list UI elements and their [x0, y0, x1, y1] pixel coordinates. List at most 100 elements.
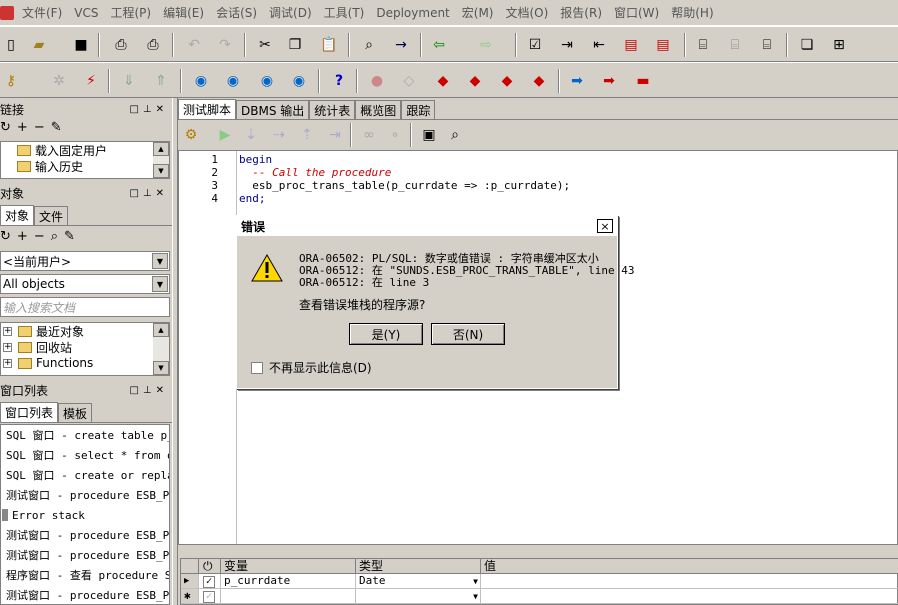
watch-icon[interactable]: ∞	[358, 124, 380, 146]
help-icon[interactable]: ?	[328, 70, 350, 92]
book-edit-icon[interactable]: ◆	[528, 70, 550, 92]
list-item[interactable]: 程序窗口 - 查看 procedure S	[1, 565, 169, 585]
tab-files[interactable]: 文件	[34, 206, 69, 225]
output-icon[interactable]: ▣	[418, 124, 440, 146]
stop-icon[interactable]: ▬	[632, 70, 654, 92]
panel-controls-icon[interactable]: □⊥✕	[129, 104, 168, 115]
tab-window-list[interactable]: 窗口列表	[0, 402, 59, 422]
menu-project[interactable]: 工程(P)	[105, 4, 158, 21]
edit-icon[interactable]: ✎	[51, 120, 68, 135]
row-enabled-checkbox[interactable]: ✓	[199, 574, 221, 589]
menu-window[interactable]: 窗口(W)	[608, 4, 665, 21]
menu-macro[interactable]: 宏(M)	[456, 4, 500, 21]
break-icon[interactable]: ⚡	[80, 70, 102, 92]
menu-session[interactable]: 会话(S)	[210, 4, 263, 21]
step-out-icon[interactable]: ⇡	[296, 124, 318, 146]
list-item[interactable]: 测试窗口 - procedure ESB_PR	[1, 585, 169, 604]
tab-trace[interactable]: 跟踪	[401, 100, 436, 119]
save-icon[interactable]: ■	[70, 34, 92, 56]
grid-header-type[interactable]: 类型	[356, 559, 481, 574]
sql-icon[interactable]: ◉	[222, 70, 244, 92]
expand-icon[interactable]: +	[3, 358, 12, 368]
expand-icon[interactable]: +	[3, 326, 12, 336]
eraser-icon[interactable]: ◇	[398, 70, 420, 92]
user-combo[interactable]: <当前用户> ▼	[0, 251, 170, 271]
menu-deployment[interactable]: Deployment	[370, 6, 455, 20]
connections-scrollbar[interactable]: ▲ ▼	[153, 142, 169, 178]
tree-item[interactable]: + 回收站	[1, 339, 169, 355]
step-into-icon[interactable]: ⇣	[240, 124, 262, 146]
menu-file[interactable]: 文件(F)	[16, 4, 68, 21]
variables-icon[interactable]: ∘	[384, 124, 406, 146]
undo-icon[interactable]: ↶	[183, 34, 205, 56]
indent-icon[interactable]: ⇥	[556, 34, 578, 56]
debug-run-icon[interactable]: ●	[366, 70, 388, 92]
comment-icon[interactable]: ▤	[620, 34, 642, 56]
menu-reports[interactable]: 报告(R)	[554, 4, 608, 21]
expand-icon[interactable]: +	[3, 342, 12, 352]
check-icon[interactable]: ☑	[524, 34, 546, 56]
variable-name-cell[interactable]: p_currdate	[221, 574, 356, 589]
db-icon[interactable]: ◉	[256, 70, 278, 92]
beautify-icon[interactable]: ⌸	[692, 34, 714, 56]
print-icon[interactable]: ⎙	[110, 34, 132, 56]
yes-button[interactable]: 是(Y)	[349, 323, 423, 345]
unindent-icon[interactable]: ⇤	[588, 34, 610, 56]
close-icon[interactable]: ×	[597, 219, 613, 233]
list-item[interactable]: 测试窗口 - procedure ESB_PR	[1, 545, 169, 565]
no-button[interactable]: 否(N)	[431, 323, 505, 345]
tab-dbms-output[interactable]: DBMS 输出	[236, 100, 310, 119]
edit-icon[interactable]: ✎	[64, 229, 81, 244]
find-next-icon[interactable]: →	[390, 34, 412, 56]
tab-profiler[interactable]: 概览图	[355, 100, 402, 119]
find-icon[interactable]: ⌕	[51, 229, 64, 244]
panel-controls-icon[interactable]: □⊥✕	[129, 385, 168, 396]
open-folder-icon[interactable]: ▰	[28, 34, 50, 56]
settings-icon[interactable]: ✲	[48, 70, 70, 92]
forward-icon[interactable]: ⇨	[475, 34, 497, 56]
search-icon[interactable]: ⌕	[444, 124, 466, 146]
connect-icon[interactable]: ◉	[190, 70, 212, 92]
object-filter-combo[interactable]: All objects ▼	[0, 274, 170, 294]
find-icon[interactable]: ⌕	[358, 34, 380, 56]
window-tile-icon[interactable]: ⊞	[828, 34, 850, 56]
arrow-right-blue-icon[interactable]: ➡	[566, 70, 588, 92]
book-star-icon[interactable]: ◆	[464, 70, 486, 92]
grid-header-variable[interactable]: 变量	[221, 559, 356, 574]
list-item[interactable]: SQL 窗口 - create table p_s	[1, 425, 169, 445]
new-variable-name-cell[interactable]	[221, 589, 356, 604]
rollback-icon[interactable]: ⇑	[150, 70, 172, 92]
panel-controls-icon[interactable]: □⊥✕	[129, 188, 168, 199]
back-icon[interactable]: ⇦	[428, 34, 450, 56]
list-item[interactable]: 载入固定用户	[1, 142, 169, 158]
chevron-down-icon[interactable]: ▼	[473, 575, 478, 589]
cut-icon[interactable]: ✂	[254, 34, 276, 56]
new-variable-type-cell[interactable]: ▼	[356, 589, 481, 604]
db-export-icon[interactable]: ◉	[288, 70, 310, 92]
new-row-checkbox[interactable]: ✓	[199, 589, 221, 604]
menu-debug[interactable]: 调试(D)	[263, 4, 318, 21]
execute-icon[interactable]: ⚙	[180, 124, 202, 146]
uncomment-icon[interactable]: ▤	[652, 34, 674, 56]
tree-item[interactable]: + Functions	[1, 355, 169, 371]
variable-type-cell[interactable]: Date ▼	[356, 574, 481, 589]
remove-icon[interactable]: −	[34, 229, 51, 244]
refresh-icon[interactable]: ↻	[0, 229, 17, 244]
tab-objects[interactable]: 对象	[0, 205, 35, 225]
book-icon[interactable]: ◆	[432, 70, 454, 92]
list-item[interactable]: SQL 窗口 - select * from db	[1, 445, 169, 465]
object-tree-scrollbar[interactable]: ▲ ▼	[153, 323, 169, 375]
arrow-right-red-icon[interactable]: ➡	[598, 70, 620, 92]
paste-icon[interactable]: 📋	[318, 34, 340, 56]
tree-item[interactable]: + 最近对象	[1, 323, 169, 339]
run-to-exception-icon[interactable]: ⇥	[324, 124, 346, 146]
refresh-icon[interactable]: ↻	[0, 120, 17, 135]
list-item[interactable]: Error stack	[1, 505, 169, 525]
tab-test-script[interactable]: 测试脚本	[178, 99, 237, 119]
book-add-icon[interactable]: ◆	[496, 70, 518, 92]
tab-templates[interactable]: 模板	[58, 403, 93, 422]
run-icon[interactable]: ▶	[214, 124, 236, 146]
key-icon[interactable]: ⚷	[0, 70, 22, 92]
new-icon[interactable]: ▯	[0, 34, 22, 56]
copy-icon[interactable]: ❐	[284, 34, 306, 56]
